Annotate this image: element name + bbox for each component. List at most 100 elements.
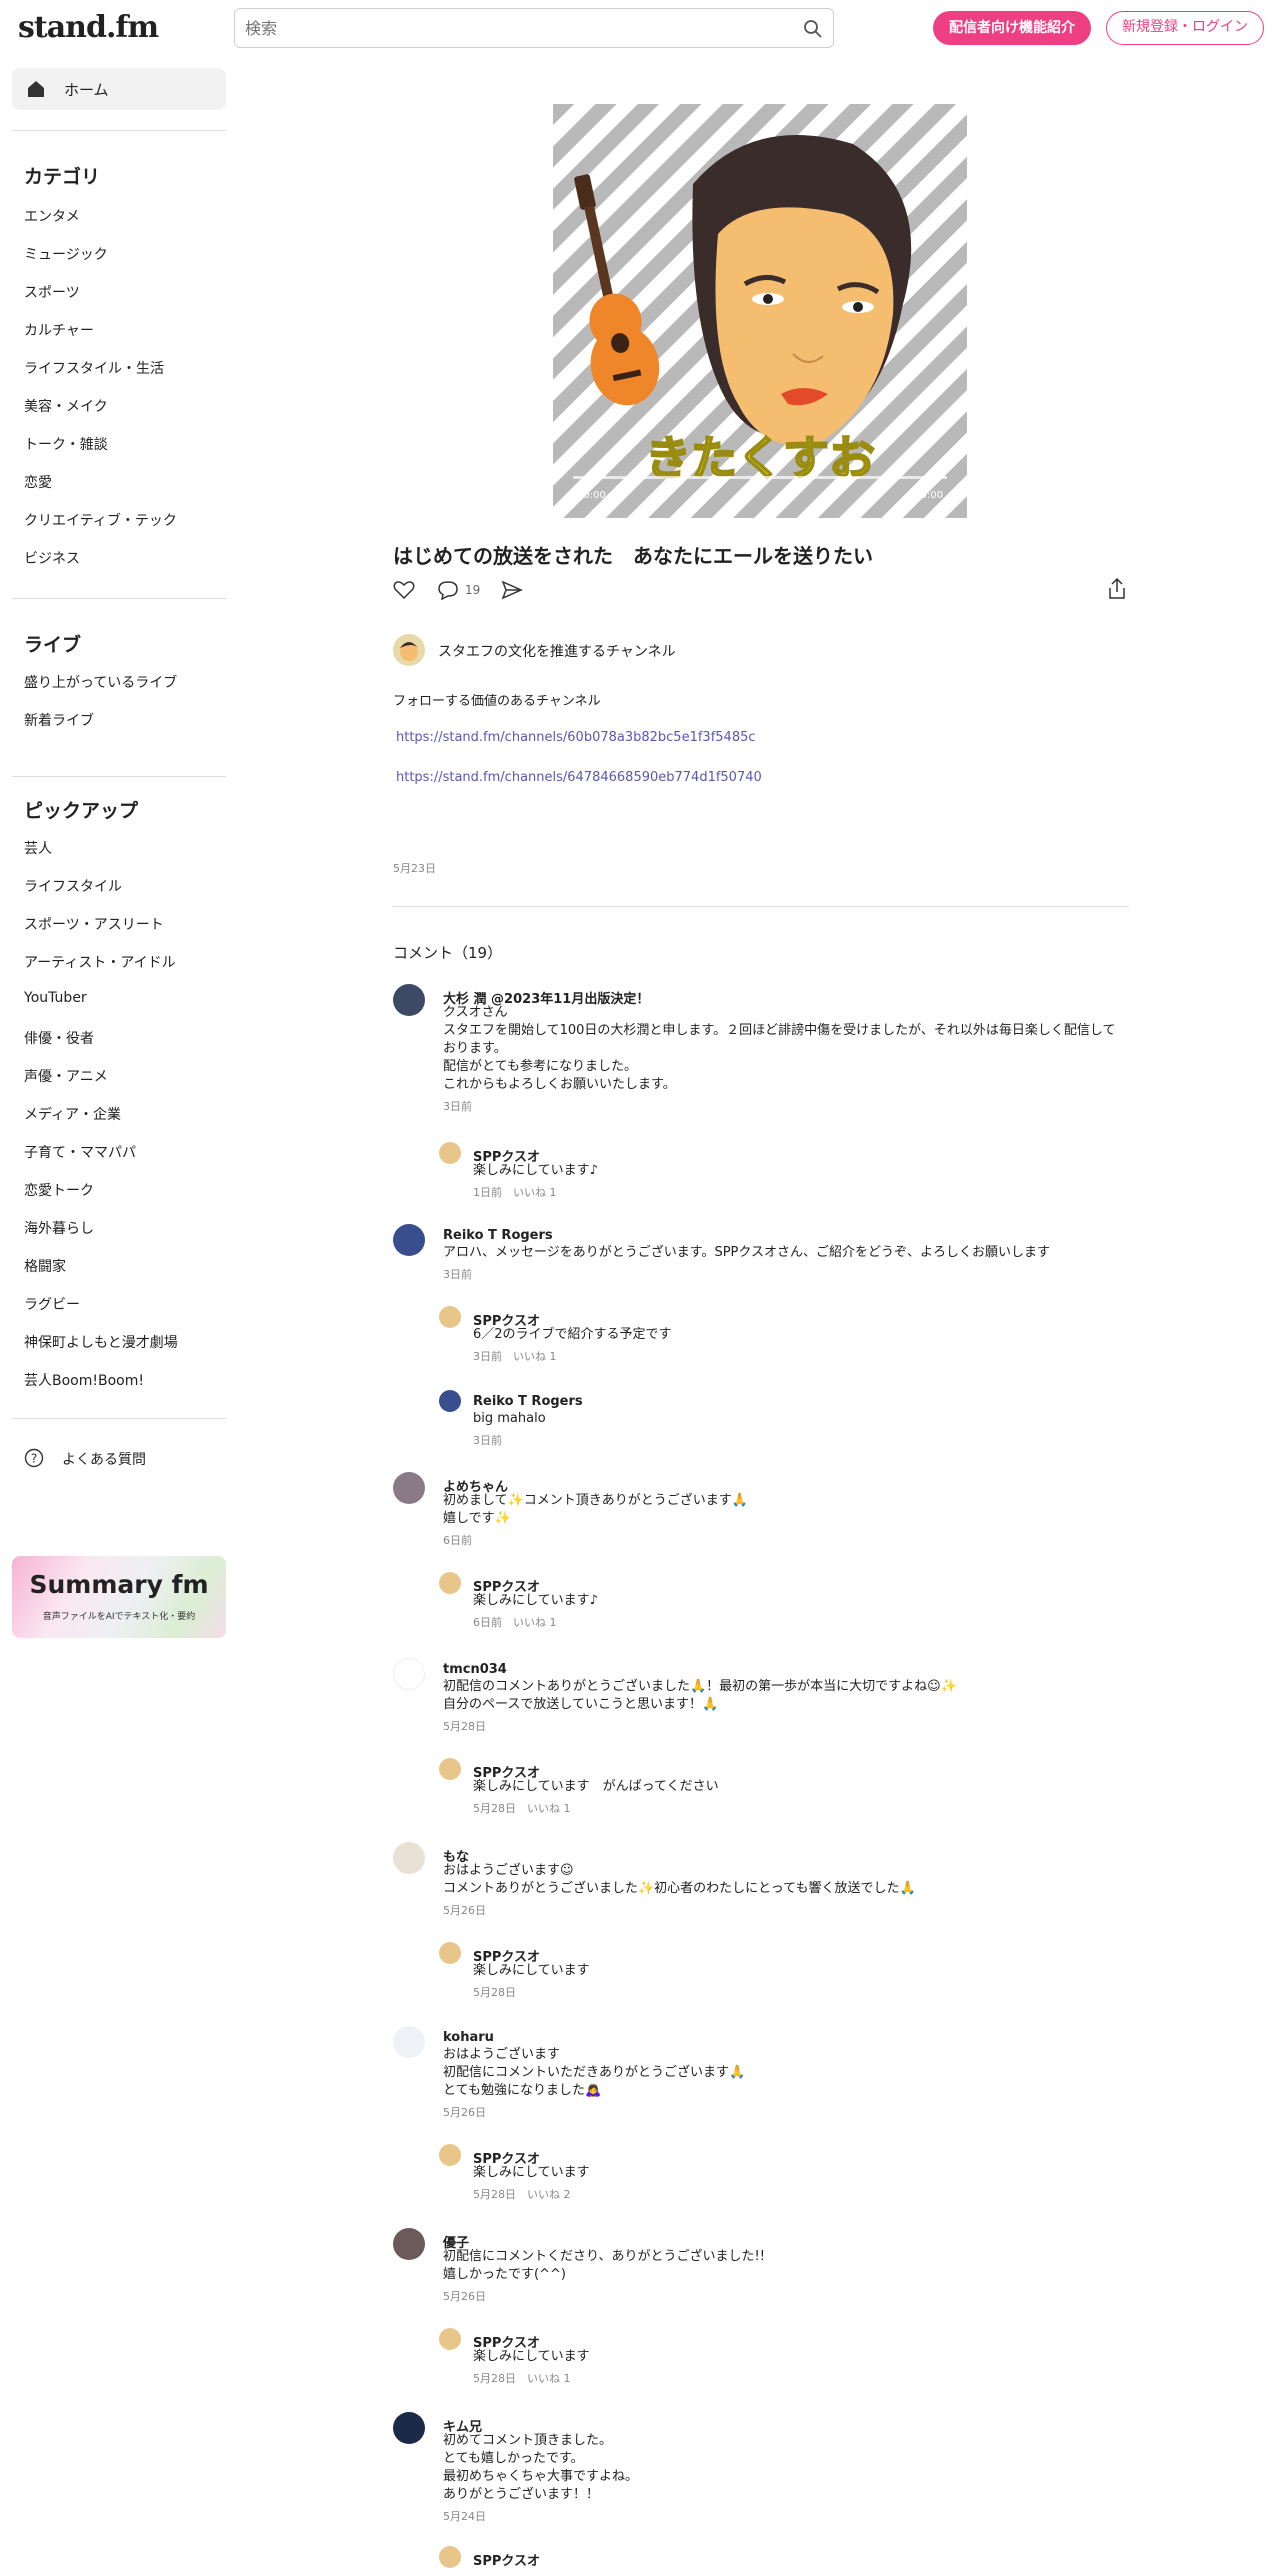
search-icon[interactable]	[803, 19, 823, 39]
sidebar-item-pickup[interactable]: ライフスタイル	[24, 876, 122, 896]
commenter-avatar[interactable]	[439, 1306, 461, 1328]
sidebar-item-pickup[interactable]: アーティスト・アイドル	[24, 952, 176, 972]
channel-url-2[interactable]: https://stand.fm/channels/64784668590eb7…	[396, 770, 762, 785]
channel-url-1[interactable]: https://stand.fm/channels/60b078a3b82bc5…	[396, 730, 756, 745]
sidebar-item-pickup[interactable]: ラグビー	[24, 1294, 80, 1314]
comment-text: 嬉しかったです(^^)	[443, 2267, 566, 2282]
commenter-name[interactable]: Reiko T Rogers	[443, 1228, 553, 1243]
sidebar-item-pickup[interactable]: 芸人	[24, 838, 52, 858]
commenter-avatar[interactable]	[439, 1572, 461, 1594]
sidebar-item-live[interactable]: 新着ライブ	[24, 710, 94, 730]
sidebar-item-category[interactable]: スポーツ	[24, 282, 80, 302]
comment-meta: 5月28日 いいね 1	[473, 1802, 571, 1815]
divider	[12, 598, 226, 599]
sidebar-item-pickup[interactable]: 恋愛トーク	[24, 1180, 94, 1200]
sidebar-item-category[interactable]: トーク・雑談	[24, 434, 108, 454]
episode-description: フォローする価値のあるチャンネル	[393, 694, 601, 709]
commenter-avatar[interactable]	[393, 2228, 425, 2260]
sidebar-item-category[interactable]: カルチャー	[24, 320, 94, 340]
sidebar-item-pickup[interactable]: 海外暮らし	[24, 1218, 94, 1238]
comment-meta: 5月26日	[443, 2290, 486, 2303]
comment-text: これからもよろしくお願いいたします。	[443, 1077, 676, 1092]
comment-meta: 3日前	[443, 1268, 472, 1281]
comment-text: 楽しみにしています	[473, 2349, 590, 2364]
svg-text:?: ?	[31, 1452, 37, 1466]
comment-text: 自分のペースで放送していこうと思います！🙏	[443, 1697, 719, 1712]
commenter-avatar[interactable]	[439, 1942, 461, 1964]
divider	[12, 776, 226, 777]
sidebar-item-pickup[interactable]: 格闘家	[24, 1256, 66, 1276]
episode-cover[interactable]: きたくすお 00:00 00:00	[553, 104, 967, 518]
sidebar-item-category[interactable]: ミュージック	[24, 244, 108, 264]
sidebar-item-pickup[interactable]: 俳優・役者	[24, 1028, 94, 1048]
comment-meta: 6日前 いいね 1	[473, 1616, 557, 1629]
commenter-avatar[interactable]	[393, 1658, 425, 1690]
commenter-avatar[interactable]	[393, 984, 425, 1016]
commenter-avatar[interactable]	[439, 1758, 461, 1780]
sidebar-item-category[interactable]: 美容・メイク	[24, 396, 108, 416]
sidebar-item-category[interactable]: クリエイティブ・テック	[24, 510, 177, 530]
commenter-avatar[interactable]	[439, 1390, 461, 1412]
sidebar-item-pickup[interactable]: スポーツ・アスリート	[24, 914, 164, 934]
comment-count: 19	[465, 583, 481, 597]
sidebar-item-category[interactable]: 恋愛	[24, 472, 52, 492]
commenter-avatar[interactable]	[393, 1472, 425, 1504]
sidebar-item-live[interactable]: 盛り上がっているライブ	[24, 672, 177, 692]
commenter-avatar[interactable]	[393, 1842, 425, 1874]
comment-text: 初配信にコメントいただきありがとうございます🙏	[443, 2065, 746, 2080]
sidebar-item-pickup[interactable]: 子育て・ママパパ	[24, 1142, 136, 1162]
sidebar-item-category[interactable]: ビジネス	[24, 548, 80, 568]
channel-link[interactable]: スタエフの文化を推進するチャンネル	[393, 634, 793, 666]
divider	[393, 906, 1129, 907]
progress-bar[interactable]	[573, 476, 947, 479]
sidebar-item-home[interactable]: ホーム	[12, 68, 226, 110]
commenter-name[interactable]: SPPクスオ	[473, 2550, 540, 2569]
commenter-avatar[interactable]	[439, 1142, 461, 1164]
commenter-avatar[interactable]	[439, 2144, 461, 2166]
episode-date: 5月23日	[393, 862, 436, 875]
sidebar-item-pickup[interactable]: 芸人Boom!Boom!	[24, 1370, 144, 1390]
sidebar-item-pickup[interactable]: 神保町よしもと漫才劇場	[24, 1332, 178, 1352]
commenter-avatar[interactable]	[393, 2026, 425, 2058]
comment-text: 楽しみにしています	[473, 2165, 590, 2180]
comment-text: big mahalo	[473, 1411, 546, 1426]
time-end: 00:00	[914, 490, 943, 501]
commenter-avatar[interactable]	[393, 1224, 425, 1256]
comment-text: 初配信にコメントくださり、ありがとうございました!!	[443, 2249, 765, 2264]
commenter-avatar[interactable]	[439, 2546, 461, 2568]
comment-icon[interactable]	[437, 580, 459, 600]
share-icon[interactable]	[1107, 578, 1127, 600]
comment-text: コメントありがとうございました✨初心者のわたしにとっても響く放送でした🙏	[443, 1881, 916, 1896]
comment-meta: 5月28日 いいね 1	[473, 2372, 571, 2385]
search-input[interactable]	[245, 9, 785, 47]
sidebar-item-pickup[interactable]: 声優・アニメ	[24, 1066, 108, 1086]
commenter-name[interactable]: Reiko T Rogers	[473, 1394, 583, 1409]
comment-text: 楽しみにしています♪	[473, 1163, 598, 1178]
sidebar-item-category[interactable]: ライフスタイル・生活	[24, 358, 164, 378]
comments-heading: コメント（19）	[393, 944, 503, 962]
summary-fm-banner[interactable]: Summary fm 音声ファイルをAIでテキスト化・要約	[12, 1556, 226, 1638]
comment-meta: 5月26日	[443, 2106, 486, 2119]
commenter-avatar[interactable]	[439, 2328, 461, 2350]
search-box[interactable]	[234, 8, 834, 48]
faq-link[interactable]: ? よくある質問	[24, 1448, 224, 1472]
home-icon	[28, 81, 44, 97]
creator-features-button[interactable]: 配信者向け機能紹介	[933, 11, 1091, 45]
comment-text: 配信がとても参考になりました。	[443, 1059, 637, 1074]
commenter-name[interactable]: koharu	[443, 2030, 494, 2045]
send-icon[interactable]	[501, 580, 523, 600]
site-logo[interactable]: stand.fm	[18, 10, 159, 45]
channel-avatar	[393, 634, 425, 666]
cover-illustration: きたくすお 00:00 00:00	[553, 104, 967, 518]
sidebar-item-category[interactable]: エンタメ	[24, 206, 80, 226]
signup-login-button[interactable]: 新規登録・ログイン	[1106, 11, 1264, 45]
time-start: 00:00	[577, 490, 606, 501]
commenter-avatar[interactable]	[393, 2412, 425, 2444]
heart-icon[interactable]	[393, 580, 415, 600]
comment-meta: 3日前	[443, 1100, 472, 1113]
sidebar-item-pickup[interactable]: メディア・企業	[24, 1104, 121, 1124]
sidebar-item-pickup[interactable]: YouTuber	[24, 990, 87, 1006]
comment-meta: 5月28日 いいね 2	[473, 2188, 571, 2201]
divider	[12, 130, 226, 131]
commenter-name[interactable]: tmcn034	[443, 1662, 507, 1677]
